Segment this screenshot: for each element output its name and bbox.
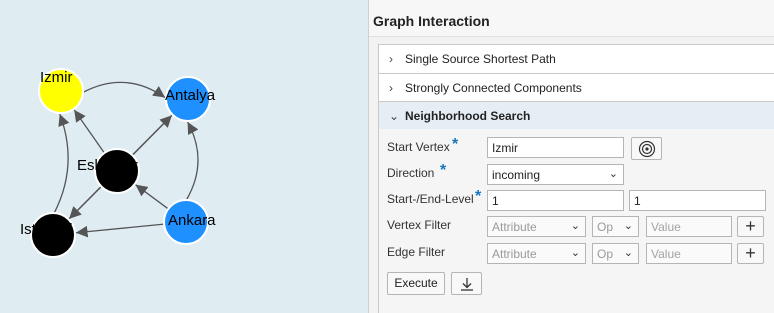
required-mark: * (440, 162, 447, 179)
plus-icon: + (745, 216, 756, 236)
section-scc[interactable]: › Strongly Connected Components (378, 73, 774, 103)
edge-eskisehir-izmir[interactable] (73, 109, 105, 154)
level-label: Start-/End-Level (387, 192, 474, 206)
graph-svg[interactable]: Izmir Antalya Eskişehir Ankara Istanbul (0, 0, 368, 313)
edge-ankara-istanbul[interactable] (75, 223, 165, 238)
attribute-placeholder: Attribute (492, 220, 537, 234)
edge-izmir-antalya[interactable] (82, 81, 166, 99)
download-button[interactable] (451, 272, 482, 295)
node-label-eskisehir: Eskişehir (77, 157, 138, 174)
neighborhood-form: Start Vertex * Direction * incoming ⌄ St… (378, 129, 774, 313)
section-header[interactable]: ⌄ Neighborhood Search (379, 102, 774, 130)
edge-attribute-select[interactable]: Attribute ⌄ (487, 243, 586, 264)
required-mark: * (475, 188, 482, 205)
start-vertex-label: Start Vertex (387, 140, 450, 154)
direction-select[interactable]: incoming ⌄ (487, 164, 624, 185)
vertex-value-input[interactable] (646, 216, 732, 237)
start-vertex-input[interactable] (487, 137, 624, 158)
chevron-down-icon: ⌄ (570, 220, 580, 232)
graph-interaction-panel: Graph Interaction › Single Source Shorte… (368, 0, 774, 313)
plus-icon: + (745, 243, 756, 263)
edge-ankara-eskisehir[interactable] (135, 184, 169, 210)
edge-ankara-antalya[interactable] (185, 121, 199, 201)
section-shortest-path[interactable]: › Single Source Shortest Path (378, 44, 774, 74)
edge-op-select[interactable]: Op ⌄ (592, 243, 639, 264)
edge-value-input[interactable] (646, 243, 732, 264)
chevron-right-icon: › (389, 52, 393, 66)
execute-label: Execute (394, 276, 438, 290)
op-placeholder: Op (597, 247, 614, 261)
pick-vertex-button[interactable] (631, 137, 662, 160)
section-header[interactable]: › Strongly Connected Components (379, 74, 774, 102)
target-icon (638, 140, 655, 158)
section-neighborhood[interactable]: ⌄ Neighborhood Search (378, 101, 774, 131)
direction-label: Direction (387, 166, 435, 180)
attribute-placeholder: Attribute (492, 247, 537, 261)
node-label-antalya: Antalya (165, 87, 216, 104)
chevron-down-icon: ⌄ (389, 109, 400, 123)
node-label-istanbul: Istanbul (20, 221, 73, 238)
end-level-input[interactable] (629, 190, 766, 211)
node-label-ankara: Ankara (168, 212, 216, 229)
chevron-down-icon: ⌄ (623, 247, 633, 259)
chevron-right-icon: › (389, 81, 393, 95)
add-edge-filter-button[interactable]: + (737, 243, 764, 264)
node-label-izmir: Izmir (40, 69, 73, 86)
op-placeholder: Op (597, 220, 614, 234)
section-label: Neighborhood Search (405, 109, 531, 123)
add-vertex-filter-button[interactable]: + (737, 216, 764, 237)
edge-istanbul-izmir[interactable] (53, 113, 70, 214)
download-icon (460, 278, 473, 291)
graph-canvas[interactable]: Izmir Antalya Eskişehir Ankara Istanbul (0, 0, 368, 313)
section-label: Single Source Shortest Path (405, 52, 556, 66)
panel-title: Graph Interaction (373, 13, 490, 29)
start-level-input[interactable] (487, 190, 624, 211)
section-label: Strongly Connected Components (405, 81, 582, 95)
chevron-down-icon: ⌄ (623, 220, 633, 232)
section-header[interactable]: › Single Source Shortest Path (379, 45, 774, 73)
edge-filter-label: Edge Filter (387, 245, 446, 259)
execute-button[interactable]: Execute (387, 272, 445, 295)
chevron-down-icon: ⌄ (608, 168, 618, 180)
chevron-down-icon: ⌄ (570, 247, 580, 259)
vertex-attribute-select[interactable]: Attribute ⌄ (487, 216, 586, 237)
vertex-filter-label: Vertex Filter (387, 218, 452, 232)
direction-value: incoming (492, 168, 541, 182)
required-mark: * (452, 136, 459, 153)
vertex-op-select[interactable]: Op ⌄ (592, 216, 639, 237)
